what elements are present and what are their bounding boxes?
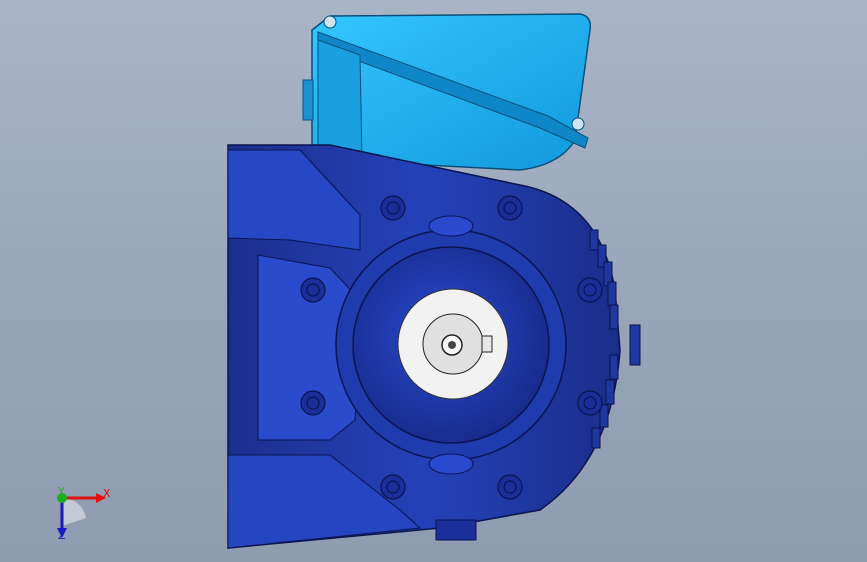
gearmotor-model[interactable]: [0, 0, 867, 562]
x-axis-label: X: [103, 487, 111, 500]
z-axis-label: Z: [58, 529, 66, 542]
graphics-viewport[interactable]: X Y Z: [0, 0, 867, 562]
coordinate-triad: [57, 493, 106, 538]
terminal-box: [302, 13, 592, 171]
hollow-shaft: [397, 288, 509, 400]
y-axis-label: Y: [58, 485, 65, 498]
